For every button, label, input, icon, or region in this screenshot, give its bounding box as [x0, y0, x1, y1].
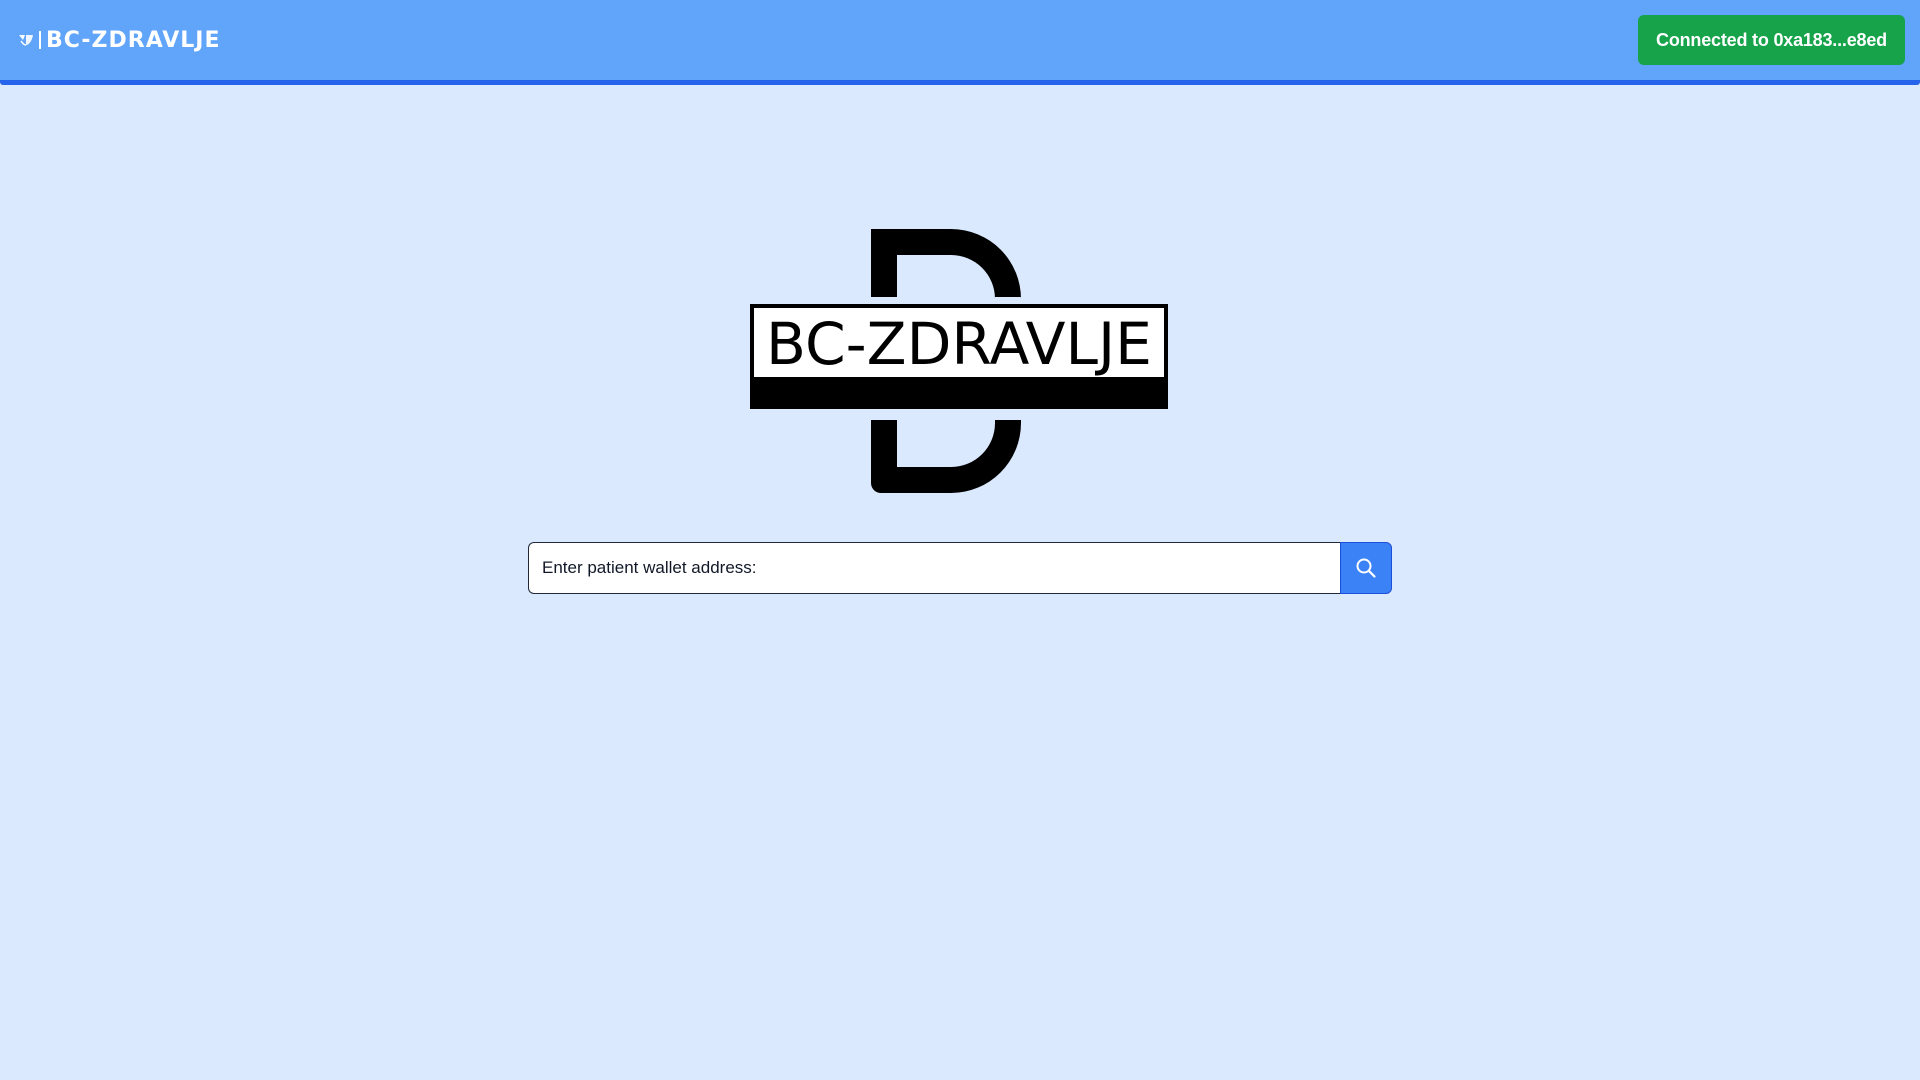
main-logo-graphic: BC-ZDRAVLJE — [750, 229, 1168, 493]
brand-divider — [39, 31, 41, 49]
brand-name: BC-ZDRAVLJE — [46, 27, 221, 53]
search-button[interactable] — [1340, 542, 1392, 594]
wallet-connect-button[interactable]: Connected to 0xa183...e8ed — [1638, 15, 1905, 65]
patient-wallet-address-input[interactable] — [528, 542, 1340, 594]
brand-home-link[interactable]: BC-ZDRAVLJE — [18, 26, 221, 54]
main-logo: BC-ZDRAVLJE — [750, 225, 1170, 493]
patient-search-form — [528, 542, 1392, 594]
logo-text: BC-ZDRAVLJE — [766, 310, 1152, 378]
navbar: BC-ZDRAVLJE Connected to 0xa183...e8ed — [0, 0, 1920, 85]
brand-logo-icon — [19, 35, 33, 46]
search-icon — [1356, 558, 1376, 578]
